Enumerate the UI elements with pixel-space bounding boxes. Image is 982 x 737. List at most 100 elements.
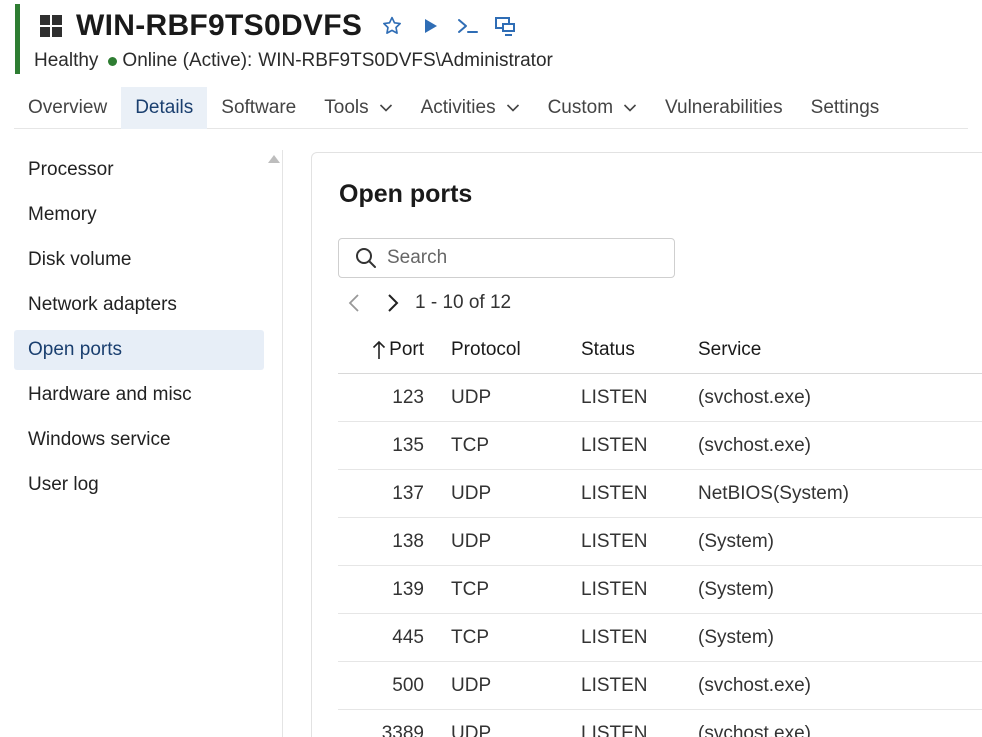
sidebar-item-open-ports[interactable]: Open ports (14, 330, 264, 370)
table-row[interactable]: 138 UDP LISTEN (System) (338, 518, 982, 566)
cell-service: (System) (698, 578, 774, 600)
column-header-label: Port (389, 338, 424, 360)
previous-page-button[interactable] (344, 291, 364, 315)
sidebar-item-label: Windows service (28, 429, 171, 450)
cell-service: NetBIOS(System) (698, 482, 849, 504)
cell-port: 3389 (381, 722, 424, 737)
cell-service: (svchost.exe) (698, 434, 811, 456)
sidebar-item-memory[interactable]: Memory (14, 195, 264, 235)
pagination: 1 - 10 of 12 (344, 290, 511, 316)
device-status-line: Healthy Online (Active): WIN-RBF9TS0DVFS… (34, 50, 553, 72)
cell-protocol: UDP (451, 386, 492, 408)
cell-port: 137 (392, 482, 424, 504)
tab-details[interactable]: Details (121, 87, 208, 129)
column-header-protocol[interactable]: Protocol (424, 339, 554, 361)
pagination-range: 1 - 10 of 12 (415, 292, 512, 313)
header-actions (380, 14, 518, 38)
sidebar-scroll-up-arrow-icon[interactable] (268, 155, 280, 163)
cell-protocol: UDP (451, 674, 492, 696)
cell-status: LISTEN (581, 674, 648, 696)
cell-protocol: TCP (451, 578, 489, 600)
favorite-star-icon[interactable] (380, 14, 404, 38)
run-play-icon[interactable] (418, 14, 442, 38)
remote-desktop-icon[interactable] (494, 14, 518, 38)
cell-port: 138 (392, 530, 424, 552)
table-header: Port Protocol Status Service (338, 326, 982, 374)
sidebar-item-label: Memory (28, 204, 97, 225)
cell-status: LISTEN (581, 626, 648, 648)
cell-port: 123 (392, 386, 424, 408)
chevron-down-icon (379, 103, 393, 113)
cell-status: LISTEN (581, 434, 648, 456)
logged-in-user: WIN-RBF9TS0DVFS\Administrator (258, 50, 553, 71)
tab-software[interactable]: Software (207, 87, 310, 129)
tab-label: Overview (28, 97, 108, 118)
table-row[interactable]: 123 UDP LISTEN (svchost.exe) (338, 374, 982, 422)
cell-service: (System) (698, 626, 774, 648)
chevron-right-icon (388, 294, 399, 312)
sidebar-item-label: Disk volume (28, 249, 132, 270)
table-row[interactable]: 139 TCP LISTEN (System) (338, 566, 982, 614)
column-header-port[interactable]: Port (338, 339, 424, 361)
sidebar-item-label: User log (28, 474, 99, 495)
cell-port: 135 (392, 434, 424, 456)
sidebar-item-label: Network adapters (28, 294, 177, 315)
cell-service: (svchost.exe) (698, 386, 811, 408)
tab-label: Vulnerabilities (665, 97, 783, 118)
table-row[interactable]: 135 TCP LISTEN (svchost.exe) (338, 422, 982, 470)
online-dot-icon (108, 56, 118, 66)
cell-service: (System) (698, 530, 774, 552)
windows-logo-icon (40, 15, 62, 37)
column-header-service[interactable]: Service (671, 339, 982, 361)
column-header-status[interactable]: Status (554, 339, 671, 361)
cell-protocol: UDP (451, 530, 492, 552)
cell-status: LISTEN (581, 482, 648, 504)
search-box (338, 238, 675, 278)
cell-service: (svchost.exe) (698, 722, 811, 737)
table-row[interactable]: 3389 UDP LISTEN (svchost.exe) (338, 710, 982, 737)
sidebar-item-label: Hardware and misc (28, 384, 192, 405)
sidebar-item-network-adapters[interactable]: Network adapters (14, 285, 264, 325)
next-page-button[interactable] (383, 291, 403, 315)
cell-port: 445 (392, 626, 424, 648)
sidebar-item-windows-service[interactable]: Windows service (14, 420, 264, 460)
tab-tools[interactable]: Tools (310, 87, 406, 129)
table-row[interactable]: 137 UDP LISTEN NetBIOS(System) (338, 470, 982, 518)
sidebar-item-processor[interactable]: Processor (14, 150, 264, 190)
chevron-left-icon (348, 294, 359, 312)
tab-custom[interactable]: Custom (534, 87, 651, 129)
tab-vulnerabilities[interactable]: Vulnerabilities (651, 87, 797, 129)
sort-ascending-icon (372, 340, 386, 360)
sidebar-item-hardware-and-misc[interactable]: Hardware and misc (14, 375, 264, 415)
terminal-icon[interactable] (456, 14, 480, 38)
tab-activities[interactable]: Activities (407, 87, 534, 129)
sidebar-divider (282, 150, 283, 737)
cell-status: LISTEN (581, 722, 648, 737)
sidebar-item-label: Open ports (28, 339, 122, 360)
search-input[interactable] (387, 247, 657, 269)
sidebar-item-user-log[interactable]: User log (14, 465, 264, 505)
status-accent-bar (15, 4, 20, 74)
online-status: Online (Active): (122, 50, 253, 71)
sidebar-item-disk-volume[interactable]: Disk volume (14, 240, 264, 280)
table-row[interactable]: 500 UDP LISTEN (svchost.exe) (338, 662, 982, 710)
tab-overview[interactable]: Overview (14, 87, 121, 129)
table-row[interactable]: 445 TCP LISTEN (System) (338, 614, 982, 662)
tab-label: Custom (547, 97, 614, 118)
cell-protocol: UDP (451, 722, 492, 737)
cell-status: LISTEN (581, 530, 648, 552)
cell-status: LISTEN (581, 386, 648, 408)
cell-port: 139 (392, 578, 424, 600)
page-title: WIN-RBF9TS0DVFS (76, 9, 363, 42)
tab-label: Details (135, 97, 194, 118)
tab-settings[interactable]: Settings (797, 87, 894, 129)
tab-label: Settings (810, 97, 880, 118)
chevron-down-icon (623, 103, 637, 113)
details-sidebar: Processor Memory Disk volume Network ada… (14, 150, 264, 510)
cell-protocol: UDP (451, 482, 492, 504)
tab-label: Tools (324, 97, 369, 118)
cell-protocol: TCP (451, 434, 489, 456)
search-icon (355, 247, 377, 269)
cell-protocol: TCP (451, 626, 489, 648)
main-tabs: Overview Details Software Tools Activiti… (14, 87, 968, 129)
